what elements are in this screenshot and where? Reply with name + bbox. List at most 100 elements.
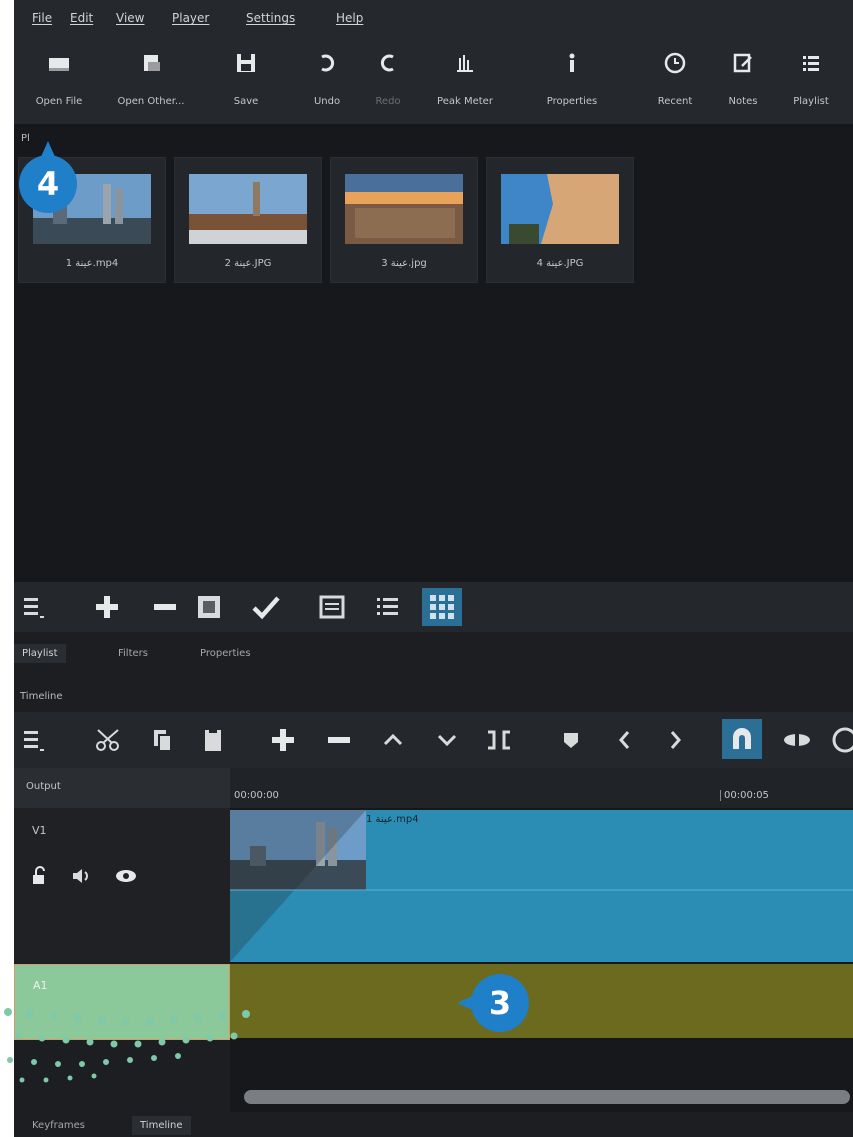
lift-icon[interactable] [380, 726, 406, 754]
ripple-icon[interactable] [830, 726, 853, 754]
thumbnail-fort [501, 174, 619, 244]
open-other-icon [144, 55, 160, 71]
notes-label: Notes [728, 96, 758, 107]
list-icon [803, 56, 819, 71]
thumbnail-city-sunset [345, 174, 463, 244]
track-header-v1[interactable]: V1 [14, 808, 230, 962]
menu-player[interactable]: Player [172, 11, 209, 25]
playlist-item-label: 4 عينة.JPG [536, 258, 584, 269]
icon-view-icon[interactable] [422, 588, 462, 626]
tab-playlist[interactable]: Playlist [14, 644, 66, 663]
tab-filters[interactable]: Filters [110, 648, 156, 659]
details-view-icon[interactable] [318, 592, 346, 622]
audio-clip[interactable] [230, 964, 853, 1038]
menu-settings[interactable]: Settings [246, 11, 295, 25]
track-label-v1: V1 [32, 824, 47, 837]
redo-button[interactable]: Redo [349, 50, 427, 120]
playlist-toolbar [14, 582, 853, 632]
tab-properties[interactable]: Properties [192, 648, 259, 659]
peak-meter-icon [457, 55, 473, 72]
playlist-item-label: 2 عينة.JPG [224, 258, 272, 269]
horizontal-scrollbar[interactable] [244, 1090, 850, 1104]
playlist-panel: Pl 1 عينة.mp4 2 عينة.JPG 3 عينة.jpg 4 عي… [14, 125, 853, 582]
track-label-a1: A1 [33, 979, 48, 992]
marker-icon[interactable] [560, 726, 582, 754]
output-label: Output [26, 781, 61, 792]
append-icon[interactable] [268, 726, 298, 754]
playlist-item-4[interactable]: 4 عينة.JPG [486, 157, 634, 283]
open-other-button[interactable]: Open Other... [112, 50, 190, 120]
peak-meter-label: Peak Meter [437, 96, 493, 107]
playlist-item-label: 3 عينة.jpg [381, 258, 427, 269]
video-clip[interactable]: عينة 1.mp4 [230, 810, 853, 962]
save-icon [237, 54, 255, 72]
playlist-label: Playlist [793, 96, 829, 107]
shotcut-window: File Edit View Player Settings Help Open… [14, 0, 853, 1137]
save-button[interactable]: Save [207, 50, 285, 120]
undo-icon [321, 54, 335, 72]
open-other-label: Open Other... [117, 96, 185, 107]
menu-bar: File Edit View Player Settings Help [14, 0, 853, 38]
menu-view[interactable]: View [116, 11, 144, 25]
ruler-tick-5: 00:00:05 [720, 790, 769, 801]
output-header[interactable]: Output [14, 768, 230, 809]
snap-magnet-icon[interactable] [722, 719, 762, 759]
recent-button[interactable]: Recent [636, 50, 714, 120]
properties-label: Properties [546, 96, 598, 107]
eye-icon[interactable] [114, 866, 138, 886]
playlist-title: Pl [21, 133, 30, 144]
open-file-icon [49, 58, 69, 71]
tab-keyframes[interactable]: Keyframes [24, 1120, 93, 1131]
playlist-item-label: 1 عينة.mp4 [65, 258, 119, 269]
playlist-button[interactable]: Playlist [772, 50, 850, 120]
peak-meter-button[interactable]: Peak Meter [426, 50, 504, 120]
checkmark-icon[interactable] [250, 592, 282, 622]
scrub-icon[interactable] [780, 726, 814, 754]
recent-label: Recent [657, 96, 693, 107]
open-file-button[interactable]: Open File [20, 50, 98, 120]
cut-icon[interactable] [94, 726, 124, 754]
add-icon[interactable] [92, 592, 122, 622]
mute-icon[interactable] [70, 866, 94, 886]
notes-icon [733, 53, 752, 73]
fade-in-overlay [230, 810, 853, 962]
list-view-icon[interactable] [374, 592, 402, 622]
properties-button[interactable]: Properties [533, 50, 611, 120]
playlist-item-2[interactable]: 2 عينة.JPG [174, 157, 322, 283]
timeline-menu-icon[interactable] [22, 726, 48, 754]
overwrite-icon[interactable] [434, 726, 460, 754]
time-ruler[interactable]: 00:00:00 00:00:05 [230, 768, 853, 809]
bottom-tabs: Keyframes Timeline [14, 1112, 853, 1137]
redo-label: Redo [375, 96, 401, 107]
menu-edit[interactable]: Edit [70, 11, 93, 25]
callout-badge-3: 3 [457, 974, 529, 1032]
remove-icon[interactable] [150, 592, 180, 622]
menu-help[interactable]: Help [336, 11, 363, 25]
decorative-dots [4, 1008, 250, 1083]
timeline-toolbar [14, 712, 853, 768]
clip-name: عينة 1.mp4 [366, 814, 419, 825]
save-label: Save [233, 96, 259, 107]
callout-badge-4: 4 [19, 141, 77, 213]
menu-file[interactable]: File [32, 11, 52, 25]
info-icon [569, 53, 575, 72]
ripple-delete-icon[interactable] [324, 726, 354, 754]
tab-timeline[interactable]: Timeline [132, 1116, 191, 1135]
notes-button[interactable]: Notes [704, 50, 782, 120]
clock-icon [664, 52, 686, 74]
ruler-tick-0: 00:00:00 [234, 790, 279, 801]
update-icon[interactable] [194, 592, 224, 622]
copy-icon[interactable] [150, 726, 176, 754]
previous-icon[interactable] [614, 726, 636, 754]
timeline-tracks[interactable]: 00:00:00 00:00:05 عينة 1.mp4 [230, 768, 853, 1137]
timeline-title: Timeline [20, 691, 63, 702]
panel-tabs: Playlist Filters Properties [14, 640, 853, 672]
playlist-item-3[interactable]: 3 عينة.jpg [330, 157, 478, 283]
next-icon[interactable] [664, 726, 686, 754]
unlock-icon[interactable] [30, 866, 50, 886]
thumbnail-minaret [189, 174, 307, 244]
redo-icon [380, 54, 394, 72]
menu-icon[interactable] [22, 592, 48, 622]
paste-icon[interactable] [200, 726, 226, 754]
split-icon[interactable] [484, 726, 514, 754]
